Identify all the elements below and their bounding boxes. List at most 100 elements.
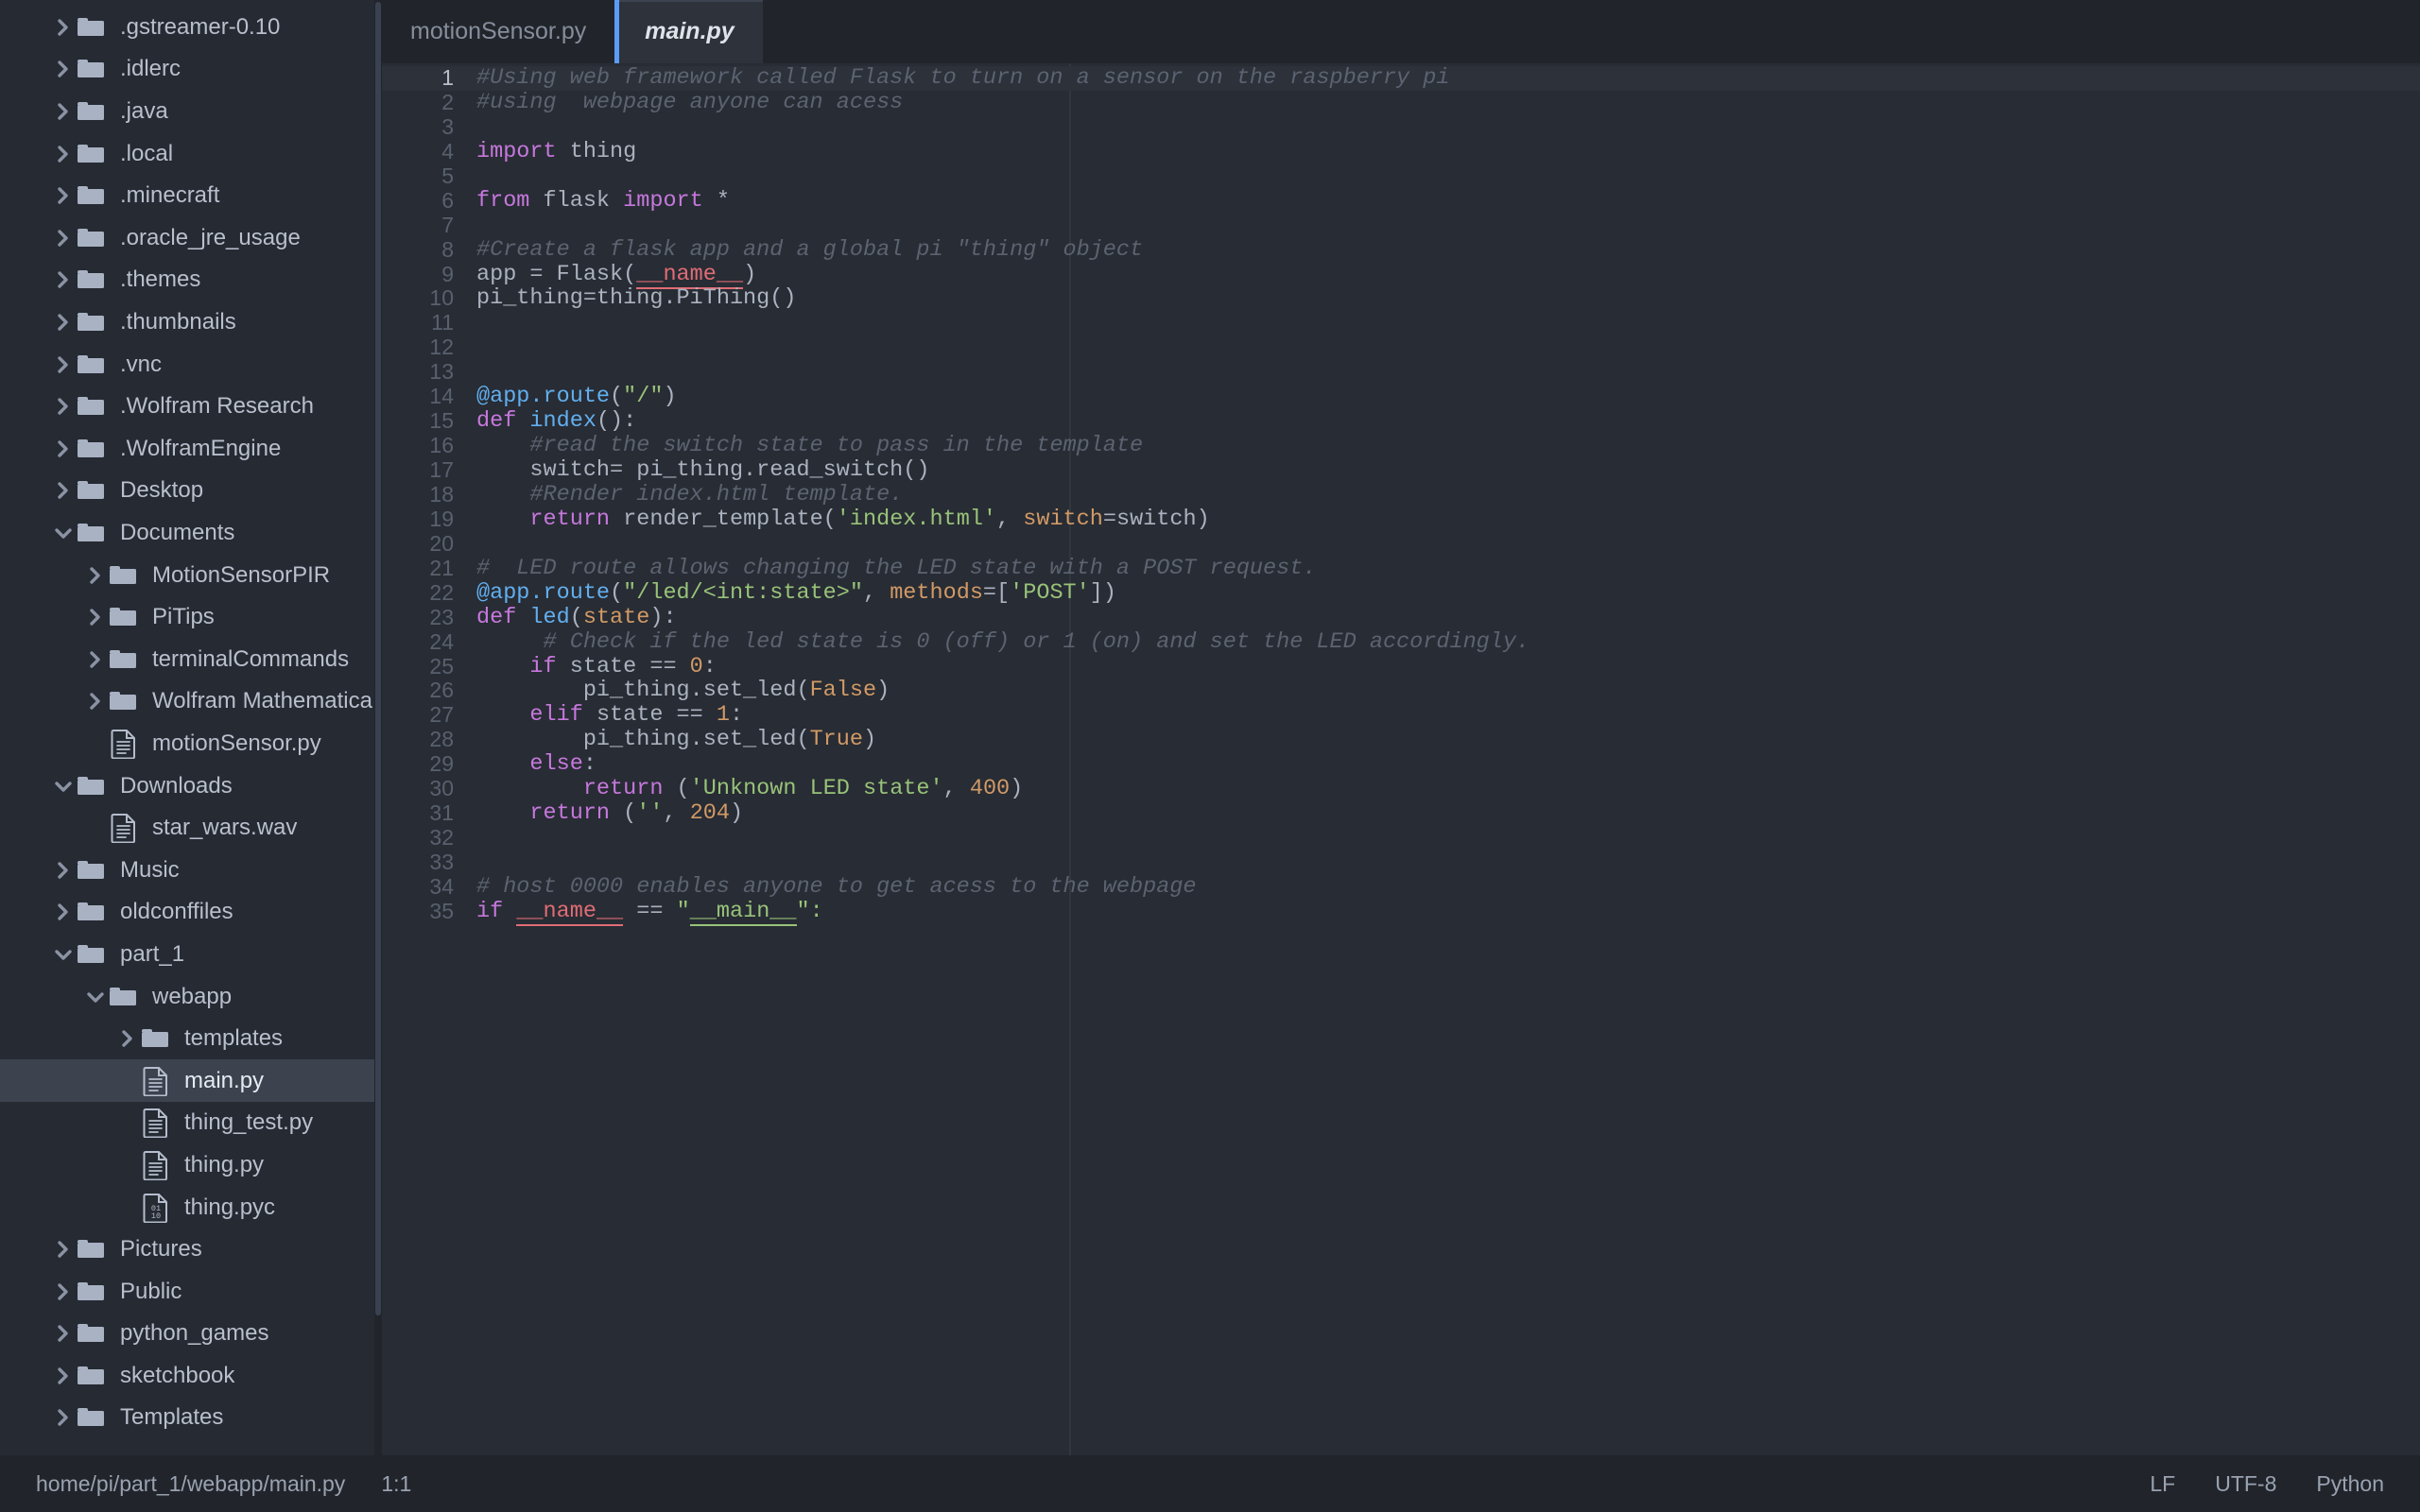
tree-item-oracle-jre-usage[interactable]: .oracle_jre_usage bbox=[0, 217, 382, 260]
code-line[interactable]: 1#Using web framework called Flask to tu… bbox=[382, 66, 2420, 91]
tree-item-wolfram-research[interactable]: .Wolfram Research bbox=[0, 386, 382, 428]
tree-item-motionsensor-py[interactable]: motionSensor.py bbox=[0, 723, 382, 765]
tree-item-wolfram-mathematica[interactable]: Wolfram Mathematica bbox=[0, 680, 382, 723]
tree-item-thing-py[interactable]: thing.py bbox=[0, 1144, 382, 1187]
code-line[interactable]: 11 bbox=[382, 311, 2420, 335]
tree-item-desktop[interactable]: Desktop bbox=[0, 470, 382, 512]
chevron-right-icon[interactable] bbox=[51, 310, 76, 335]
tree-item-sketchbook[interactable]: sketchbook bbox=[0, 1355, 382, 1398]
chevron-right-icon[interactable] bbox=[51, 267, 76, 292]
code-line[interactable]: 30 return ('Unknown LED state', 400) bbox=[382, 777, 2420, 801]
code-line[interactable]: 12 bbox=[382, 335, 2420, 360]
tree-item-main-py[interactable]: main.py bbox=[0, 1059, 382, 1102]
code-line[interactable]: 35if __name__ == "__main__": bbox=[382, 900, 2420, 924]
code-line[interactable]: 9app = Flask(__name__) bbox=[382, 263, 2420, 287]
status-language[interactable]: Python bbox=[2316, 1471, 2384, 1497]
code-line[interactable]: 6from flask import * bbox=[382, 189, 2420, 214]
code-line[interactable]: 18 #Render index.html template. bbox=[382, 483, 2420, 507]
code-line[interactable]: 32 bbox=[382, 826, 2420, 850]
tree-item-vnc[interactable]: .vnc bbox=[0, 343, 382, 386]
code-line[interactable]: 7 bbox=[382, 214, 2420, 238]
chevron-right-icon[interactable] bbox=[115, 1026, 140, 1051]
code-line[interactable]: 28 pi_thing.set_led(True) bbox=[382, 728, 2420, 752]
tree-item-local[interactable]: .local bbox=[0, 132, 382, 175]
tab-motionsensor-py[interactable]: motionSensor.py bbox=[382, 0, 614, 63]
code-line[interactable]: 13 bbox=[382, 360, 2420, 385]
code-line[interactable]: 3 bbox=[382, 115, 2420, 140]
code-line[interactable]: 10pi_thing=thing.PiThing() bbox=[382, 286, 2420, 311]
status-cursor-position[interactable]: 1:1 bbox=[381, 1471, 411, 1497]
tree-item-pitips[interactable]: PiTips bbox=[0, 596, 382, 639]
tree-item-themes[interactable]: .themes bbox=[0, 259, 382, 301]
code-line[interactable]: 14@app.route("/") bbox=[382, 385, 2420, 409]
chevron-right-icon[interactable] bbox=[51, 99, 76, 124]
code-line[interactable]: 27 elif state == 1: bbox=[382, 703, 2420, 728]
chevron-right-icon[interactable] bbox=[51, 1405, 76, 1430]
chevron-right-icon[interactable] bbox=[51, 1364, 76, 1388]
tab-main-py[interactable]: main.py bbox=[614, 0, 762, 63]
code-line[interactable]: 22@app.route("/led/<int:state>", methods… bbox=[382, 581, 2420, 606]
tree-item-oldconffiles[interactable]: oldconffiles bbox=[0, 891, 382, 934]
chevron-right-icon[interactable] bbox=[51, 1280, 76, 1304]
chevron-right-icon[interactable] bbox=[51, 183, 76, 208]
chevron-right-icon[interactable] bbox=[51, 394, 76, 419]
chevron-right-icon[interactable] bbox=[83, 563, 108, 588]
tree-item-pictures[interactable]: Pictures bbox=[0, 1228, 382, 1271]
tree-item-templates[interactable]: Templates bbox=[0, 1397, 382, 1439]
tree-item-java[interactable]: .java bbox=[0, 91, 382, 133]
chevron-right-icon[interactable] bbox=[51, 226, 76, 250]
code-line[interactable]: 26 pi_thing.set_led(False) bbox=[382, 679, 2420, 703]
tree-item-gstreamer-0-10[interactable]: .gstreamer-0.10 bbox=[0, 7, 382, 49]
chevron-right-icon[interactable] bbox=[83, 605, 108, 629]
tree-item-documents[interactable]: Documents bbox=[0, 512, 382, 555]
file-tree-sidebar[interactable]: .fltk.gstreamer-0.10.idlerc.java.local.m… bbox=[0, 0, 382, 1455]
code-line[interactable]: 24 # Check if the led state is 0 (off) o… bbox=[382, 630, 2420, 655]
code-line[interactable]: 5 bbox=[382, 164, 2420, 189]
code-line[interactable]: 34# host 0000 enables anyone to get aces… bbox=[382, 875, 2420, 900]
chevron-right-icon[interactable] bbox=[51, 437, 76, 461]
code-line[interactable]: 31 return ('', 204) bbox=[382, 801, 2420, 826]
code-line[interactable]: 16 #read the switch state to pass in the… bbox=[382, 434, 2420, 458]
sidebar-scrollbar[interactable] bbox=[374, 0, 382, 1455]
chevron-right-icon[interactable] bbox=[51, 15, 76, 40]
code-line[interactable]: 17 switch= pi_thing.read_switch() bbox=[382, 458, 2420, 483]
code-line[interactable]: 21# LED route allows changing the LED st… bbox=[382, 557, 2420, 581]
chevron-right-icon[interactable] bbox=[51, 1237, 76, 1262]
tree-item-templates[interactable]: templates bbox=[0, 1018, 382, 1060]
tree-item-thing-test-py[interactable]: thing_test.py bbox=[0, 1102, 382, 1144]
tree-item-idlerc[interactable]: .idlerc bbox=[0, 48, 382, 91]
tree-item-music[interactable]: Music bbox=[0, 849, 382, 891]
tree-item-fltk[interactable]: .fltk bbox=[0, 0, 382, 7]
code-line[interactable]: 23def led(state): bbox=[382, 606, 2420, 630]
code-line[interactable]: 25 if state == 0: bbox=[382, 655, 2420, 679]
chevron-down-icon[interactable] bbox=[51, 521, 76, 545]
chevron-down-icon[interactable] bbox=[51, 774, 76, 799]
code-line[interactable]: 2#using webpage anyone can acess bbox=[382, 91, 2420, 115]
code-line[interactable]: 8#Create a flask app and a global pi "th… bbox=[382, 238, 2420, 263]
chevron-right-icon[interactable] bbox=[51, 57, 76, 81]
code-line[interactable]: 19 return render_template('index.html', … bbox=[382, 507, 2420, 532]
scrollbar-thumb-icon[interactable] bbox=[375, 2, 381, 1315]
chevron-right-icon[interactable] bbox=[51, 1321, 76, 1346]
tree-item-wolframengine[interactable]: .WolframEngine bbox=[0, 428, 382, 471]
tree-item-downloads[interactable]: Downloads bbox=[0, 765, 382, 807]
tree-item-public[interactable]: Public bbox=[0, 1270, 382, 1313]
status-file-path[interactable]: home/pi/part_1/webapp/main.py bbox=[36, 1471, 345, 1497]
chevron-right-icon[interactable] bbox=[51, 142, 76, 166]
code-line[interactable]: 29 else: bbox=[382, 752, 2420, 777]
tree-item-webapp[interactable]: webapp bbox=[0, 975, 382, 1018]
tree-item-thumbnails[interactable]: .thumbnails bbox=[0, 301, 382, 344]
tree-item-python-games[interactable]: python_games bbox=[0, 1313, 382, 1355]
tree-item-minecraft[interactable]: .minecraft bbox=[0, 175, 382, 217]
chevron-right-icon[interactable] bbox=[83, 647, 108, 672]
chevron-right-icon[interactable] bbox=[51, 858, 76, 883]
code-line[interactable]: 20 bbox=[382, 532, 2420, 557]
code-line[interactable]: 15def index(): bbox=[382, 409, 2420, 434]
code-line[interactable]: 33 bbox=[382, 850, 2420, 875]
tree-item-thing-pyc[interactable]: 0110thing.pyc bbox=[0, 1186, 382, 1228]
chevron-right-icon[interactable] bbox=[51, 352, 76, 377]
chevron-right-icon[interactable] bbox=[51, 478, 76, 503]
status-line-ending[interactable]: LF bbox=[2150, 1471, 2175, 1497]
tree-item-star-wars-wav[interactable]: star_wars.wav bbox=[0, 807, 382, 850]
chevron-down-icon[interactable] bbox=[83, 985, 108, 1009]
